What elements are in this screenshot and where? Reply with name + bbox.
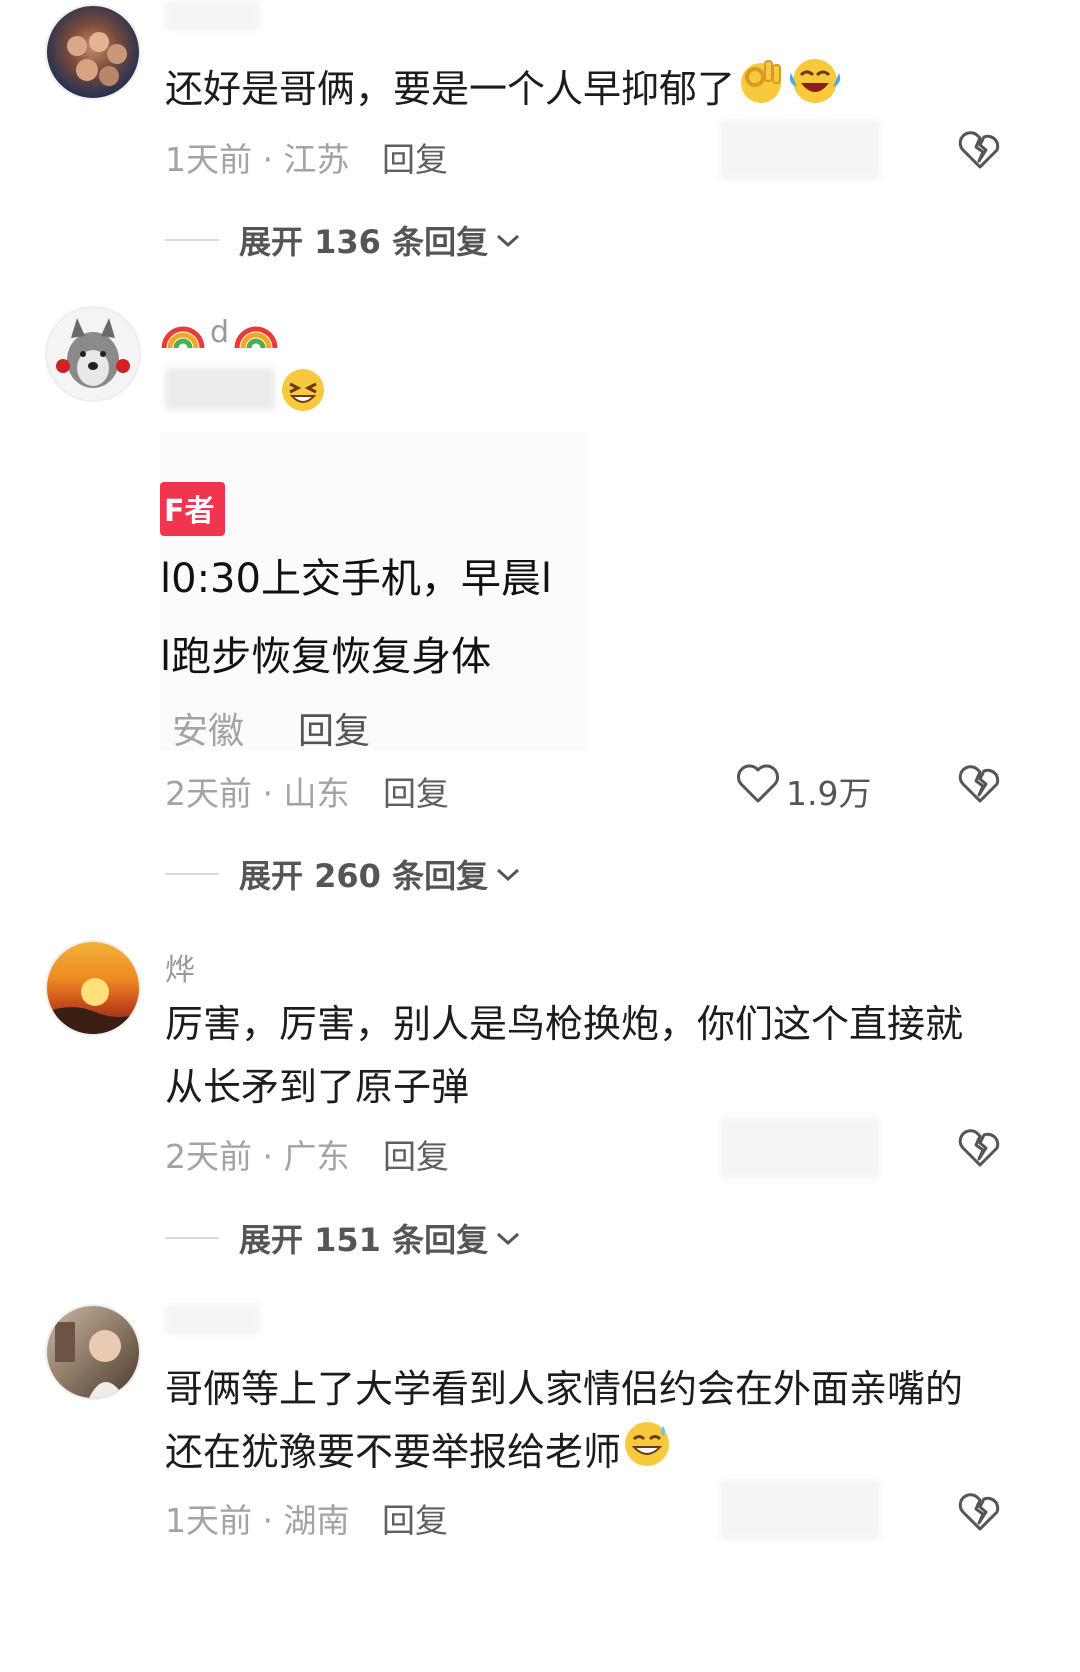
comment-text-line: 从长矛到了原子弹: [165, 1065, 470, 1109]
quoted-reply: 回复: [298, 711, 371, 750]
reply-button[interactable]: 回复: [382, 133, 448, 181]
quoted-text-line: l跑步恢复恢复身体: [160, 634, 492, 680]
comment-text-line: 厉害，厉害，别人是鸟枪换炮，你们这个直接就: [165, 1002, 964, 1046]
rainbow-emoji-icon: [161, 326, 205, 349]
chevron-down-icon: [497, 868, 520, 882]
expand-replies-button[interactable]: 展开 260 条回复: [165, 854, 522, 895]
avatar[interactable]: [45, 4, 141, 100]
divider: [165, 239, 219, 241]
reply-button[interactable]: 回复: [383, 767, 449, 815]
avatar[interactable]: [45, 940, 141, 1036]
dislike-icon[interactable]: [958, 1126, 1002, 1170]
like-count: 1.9万: [786, 774, 872, 813]
grinning-sweat-emoji-icon: [282, 369, 324, 411]
dislike-icon[interactable]: [958, 1490, 1002, 1534]
avatar[interactable]: [45, 306, 141, 402]
comment-meta: 1天前 · 湖南: [165, 1501, 350, 1540]
quoted-text-line: l0:30上交手机，早晨l: [160, 556, 553, 602]
dislike-icon[interactable]: [958, 128, 1002, 172]
reply-button[interactable]: 回复: [382, 1494, 448, 1542]
dislike-icon[interactable]: [958, 762, 1002, 806]
comment-meta: 2天前 · 山东: [165, 774, 350, 813]
laughing-crying-emoji-icon: [787, 55, 843, 128]
author-badge: F者: [160, 482, 225, 536]
comment-text-line: 哥俩等上了大学看到人家情侣约会在外面亲嘴的: [165, 1367, 964, 1411]
rainbow-emoji-icon: [234, 326, 278, 349]
comment-text: 还好是哥俩，要是一个人早抑郁了: [165, 55, 1025, 128]
reply-button[interactable]: 回复: [383, 1130, 449, 1178]
user-name[interactable]: d: [160, 306, 279, 350]
comment-meta: 1天前 · 江苏: [165, 140, 350, 179]
like-heart-icon[interactable]: [736, 763, 780, 805]
avatar[interactable]: [45, 1304, 141, 1400]
quoted-location: 安徽: [172, 711, 245, 750]
expand-replies-button[interactable]: 展开 151 条回复: [165, 1218, 522, 1259]
expand-replies-button[interactable]: 展开 136 条回复: [165, 220, 522, 261]
user-name[interactable]: 烨: [165, 945, 195, 989]
quoted-image[interactable]: F者 l0:30上交手机，早晨l l跑步恢复恢复身体 安徽 回复: [160, 432, 588, 750]
divider: [165, 873, 219, 875]
comment-text-line: 还在犹豫要不要举报给老师: [165, 1418, 1025, 1491]
comment-meta: 2天前 · 广东: [165, 1137, 350, 1176]
divider: [165, 1237, 219, 1239]
ok-hand-emoji-icon: [735, 55, 787, 128]
chevron-down-icon: [497, 1232, 520, 1246]
chevron-down-icon: [497, 234, 520, 248]
grinning-sweat-emoji-icon: [621, 1418, 673, 1491]
